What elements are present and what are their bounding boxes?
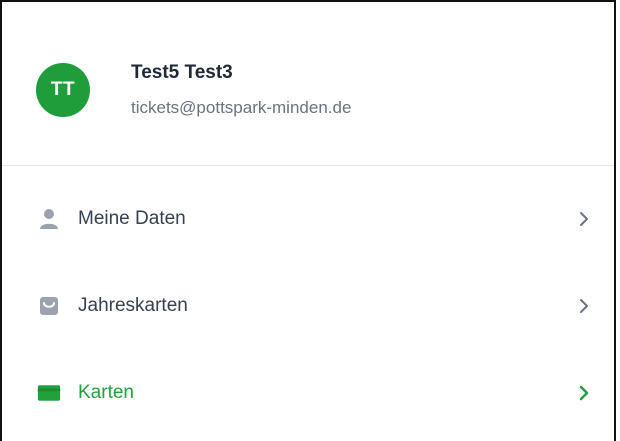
shopping-bag-icon bbox=[37, 294, 61, 318]
menu-item-karten[interactable]: Karten bbox=[2, 364, 614, 422]
card-icon bbox=[37, 381, 61, 405]
menu-item-jahreskarten[interactable]: Jahreskarten bbox=[2, 277, 614, 335]
chevron-right-icon bbox=[578, 298, 590, 314]
user-icon bbox=[37, 207, 61, 231]
chevron-right-icon bbox=[578, 385, 590, 401]
chevron-right-icon bbox=[578, 211, 590, 227]
avatar: TT bbox=[36, 63, 90, 117]
user-name: Test5 Test3 bbox=[131, 62, 233, 83]
user-email: tickets@pottspark-minden.de bbox=[131, 98, 352, 117]
menu-item-label: Jahreskarten bbox=[78, 295, 188, 316]
menu-item-meine-daten[interactable]: Meine Daten bbox=[2, 190, 614, 248]
menu-item-label: Meine Daten bbox=[78, 208, 186, 229]
account-menu-panel: TT Test5 Test3 tickets@pottspark-minden.… bbox=[0, 0, 616, 441]
profile-header: TT Test5 Test3 tickets@pottspark-minden.… bbox=[2, 2, 614, 166]
menu-item-label: Karten bbox=[78, 382, 134, 403]
